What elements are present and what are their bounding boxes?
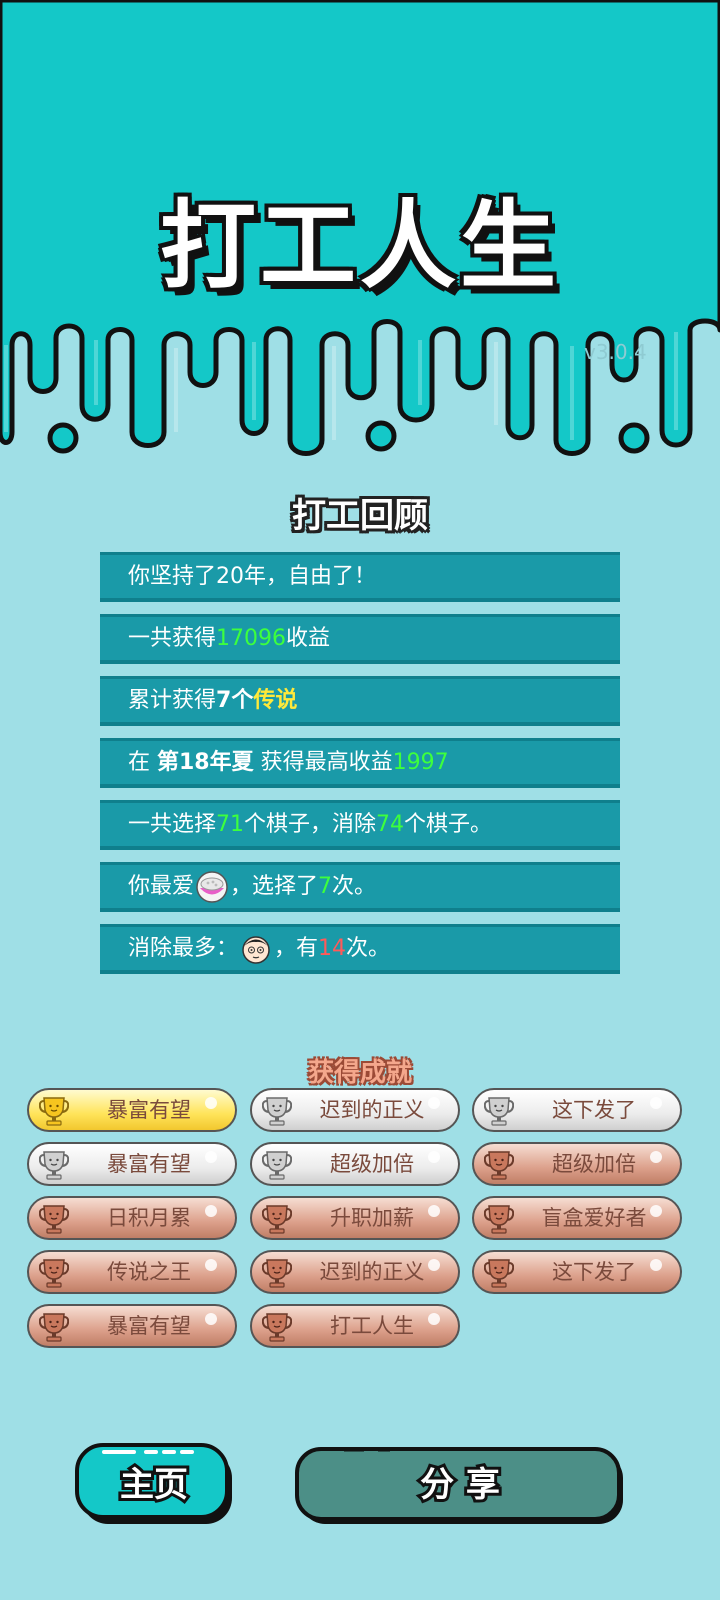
rice-bowl-icon — [196, 871, 228, 903]
best-season: 第18年夏 — [157, 750, 254, 775]
badge-shine — [650, 1259, 662, 1271]
row-text: 一共选择 — [128, 812, 217, 837]
badge-shine — [428, 1313, 440, 1325]
review-row-favorite: 你最爱 ，选择了7次。 — [100, 862, 620, 912]
achievement-badge[interactable]: 打工人生 — [250, 1304, 460, 1348]
row-text: 一共获得 — [128, 626, 217, 651]
achievement-badge[interactable]: 超级加倍 — [250, 1142, 460, 1186]
row-text: 消除最多： — [128, 936, 239, 961]
achievement-label: 超级加倍 — [552, 1152, 636, 1176]
achievement-label: 升职加薪 — [330, 1206, 414, 1230]
row-text: 收益 — [286, 626, 331, 651]
trophy-icon — [262, 1151, 292, 1180]
row-text: 次。 — [346, 936, 391, 961]
achievement-label: 暴富有望 — [107, 1152, 191, 1176]
badge-shine — [428, 1205, 440, 1217]
achievement-label: 这下发了 — [552, 1098, 636, 1122]
badge-shine — [205, 1259, 217, 1271]
achievement-label: 超级加倍 — [330, 1152, 414, 1176]
row-text: ，选择了 — [230, 874, 319, 899]
badge-shine — [650, 1151, 662, 1163]
achievement-badge[interactable]: 升职加薪 — [250, 1196, 460, 1240]
trophy-icon — [39, 1151, 69, 1180]
badge-shine — [428, 1151, 440, 1163]
badge-shine — [428, 1097, 440, 1109]
achievement-badge[interactable]: 盲盒爱好者 — [472, 1196, 682, 1240]
badge-shine — [650, 1097, 662, 1109]
review-row-best-income: 在 第18年夏 获得最高收益1997 — [100, 738, 620, 788]
achievement-badge[interactable]: 暴富有望 — [27, 1304, 237, 1348]
row-text: 累计获得 — [128, 688, 217, 713]
badge-shine — [205, 1205, 217, 1217]
best-income-value: 1997 — [392, 750, 449, 775]
trophy-icon — [262, 1313, 292, 1342]
badge-shine — [205, 1313, 217, 1325]
game-title: 打工人生 — [160, 190, 560, 302]
trophy-icon — [262, 1205, 292, 1234]
achievement-badge[interactable]: 这下发了 — [472, 1088, 682, 1132]
achievement-badge[interactable]: 传说之王 — [27, 1250, 237, 1294]
row-text: 你坚持了20年，自由了！ — [128, 564, 376, 589]
achievement-badge[interactable]: 日积月累 — [27, 1196, 237, 1240]
version-label: v3.0.4 — [584, 340, 647, 364]
review-row-years: 你坚持了20年，自由了！ — [100, 552, 620, 602]
achievement-label: 传说之王 — [107, 1260, 191, 1284]
trophy-icon — [39, 1259, 69, 1288]
achievement-badge[interactable]: 暴富有望 — [27, 1142, 237, 1186]
badge-shine — [650, 1205, 662, 1217]
achievement-label: 暴富有望 — [107, 1098, 191, 1122]
achievements-title: 获得成就 — [307, 1058, 412, 1088]
income-value: 17096 — [216, 626, 287, 651]
row-text: ，有 — [274, 936, 319, 961]
home-button[interactable]: 主页 — [74, 1442, 238, 1526]
selected-count: 71 — [216, 812, 245, 837]
share-button[interactable]: 分 享 — [294, 1446, 626, 1526]
row-text: 个棋子，消除 — [244, 812, 377, 837]
trophy-icon — [484, 1097, 514, 1126]
achievement-badge[interactable]: 迟到的正义 — [250, 1250, 460, 1294]
legend-label: 传说 — [253, 688, 298, 713]
trophy-icon — [39, 1097, 69, 1126]
trophy-icon — [484, 1205, 514, 1234]
trophy-icon — [262, 1097, 292, 1126]
favorite-count: 7 — [318, 874, 333, 899]
home-button-label: 主页 — [120, 1465, 188, 1505]
review-row-total-income: 一共获得17096收益 — [100, 614, 620, 664]
review-title: 打工回顾 — [292, 496, 428, 536]
achievement-badge[interactable]: 暴富有望 — [27, 1088, 237, 1132]
review-row-pieces: 一共选择71个棋子，消除74个棋子。 — [100, 800, 620, 850]
achievement-label: 盲盒爱好者 — [541, 1206, 647, 1230]
badge-shine — [205, 1151, 217, 1163]
badge-shine — [428, 1259, 440, 1271]
share-button-label: 分 享 — [420, 1465, 500, 1505]
trophy-icon — [484, 1151, 514, 1180]
review-row-legends: 累计获得7个传说 — [100, 676, 620, 726]
achievement-label: 打工人生 — [330, 1314, 414, 1338]
trophy-icon — [262, 1259, 292, 1288]
trophy-icon — [484, 1259, 514, 1288]
removed-count: 74 — [376, 812, 405, 837]
row-text: 获得最高收益 — [253, 750, 393, 775]
achievement-badge[interactable]: 这下发了 — [472, 1250, 682, 1294]
achievement-badge[interactable]: 迟到的正义 — [250, 1088, 460, 1132]
row-text: 个棋子。 — [404, 812, 493, 837]
achievement-label: 迟到的正义 — [319, 1260, 425, 1284]
face-icon — [242, 936, 270, 964]
trophy-icon — [39, 1205, 69, 1234]
achievement-label: 暴富有望 — [107, 1314, 191, 1338]
trophy-icon — [39, 1313, 69, 1342]
achievement-badge[interactable]: 超级加倍 — [472, 1142, 682, 1186]
badge-shine — [205, 1097, 217, 1109]
achievement-label: 日积月累 — [107, 1206, 191, 1230]
row-text: 在 — [128, 750, 157, 775]
review-row-most-removed: 消除最多： ，有14次。 — [100, 924, 620, 974]
achievement-label: 这下发了 — [552, 1260, 636, 1284]
row-text: 你最爱 — [128, 874, 195, 899]
legend-count: 7个 — [216, 688, 254, 713]
most-removed-count: 14 — [318, 936, 347, 961]
row-text: 次。 — [332, 874, 377, 899]
achievement-label: 迟到的正义 — [319, 1098, 425, 1122]
